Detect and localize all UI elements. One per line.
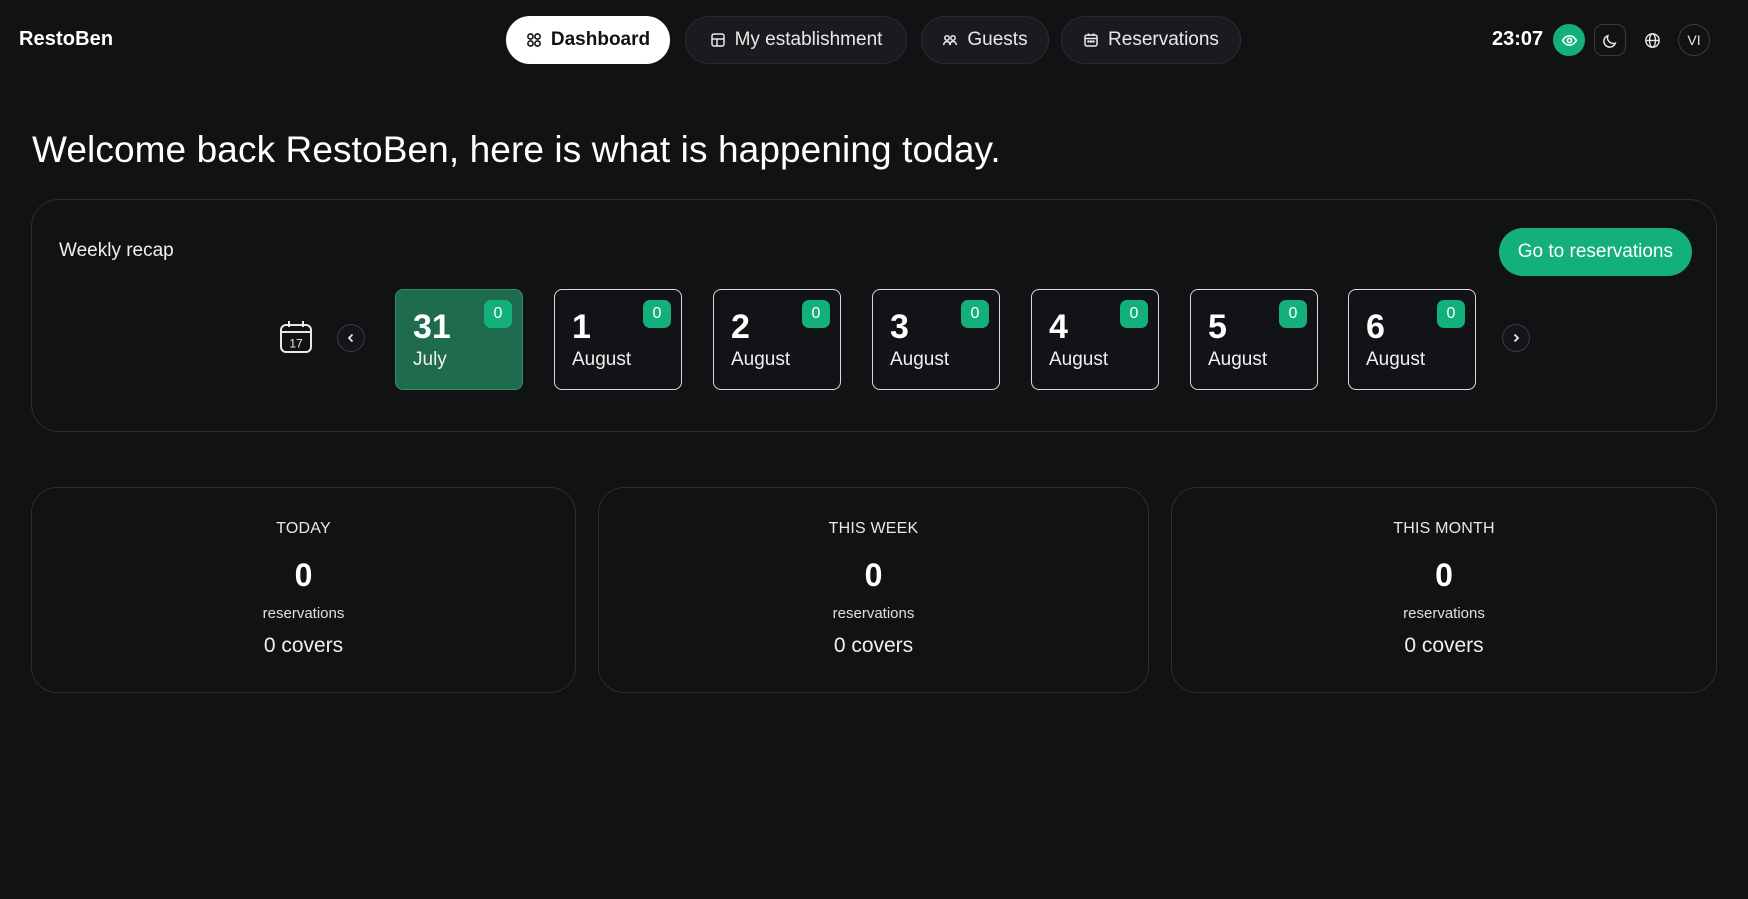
day-card[interactable]: 4 August 0 — [1031, 289, 1159, 390]
day-card[interactable]: 1 August 0 — [554, 289, 682, 390]
stat-reservation-count: 0 — [294, 557, 313, 593]
theme-toggle[interactable] — [1594, 24, 1626, 56]
reservation-count-badge: 0 — [1437, 300, 1465, 328]
day-month: August — [1366, 349, 1426, 370]
day-card[interactable]: 2 August 0 — [713, 289, 841, 390]
grid-icon — [526, 33, 541, 47]
reservation-count-badge: 0 — [1120, 300, 1148, 328]
day-month: August — [572, 349, 632, 370]
day-card[interactable]: 31 July 0 — [395, 289, 523, 390]
next-week-button[interactable] — [1502, 324, 1530, 352]
calendar-icon-day: 17 — [289, 337, 303, 351]
brand-logo[interactable]: RestoBen — [19, 28, 113, 51]
day-month: August — [1208, 349, 1268, 370]
stat-covers: 0 covers — [1404, 634, 1484, 657]
clock-time: 23:07 — [1492, 28, 1544, 50]
stat-card: THIS WEEK 0 reservations 0 covers — [598, 487, 1149, 693]
day-number: 2 — [731, 308, 750, 346]
day-card[interactable]: 3 August 0 — [872, 289, 1000, 390]
stat-unit-label: reservations — [262, 605, 345, 622]
top-bar: RestoBen Dashboard My establishment Gues… — [0, 0, 1748, 80]
page-title: Welcome back RestoBen, here is what is h… — [32, 129, 1001, 170]
stat-reservation-count: 0 — [864, 557, 883, 593]
day-number: 4 — [1049, 308, 1068, 346]
go-to-reservations-button[interactable]: Go to reservations — [1498, 228, 1692, 276]
reservation-count-badge: 0 — [802, 300, 830, 328]
day-month: August — [890, 349, 950, 370]
stat-card: THIS MONTH 0 reservations 0 covers — [1171, 487, 1717, 693]
chevron-left-icon — [347, 333, 354, 343]
stat-period-label: THIS WEEK — [828, 520, 919, 537]
chevron-right-icon — [1513, 333, 1520, 343]
calendar-picker-icon[interactable]: 17 — [278, 319, 314, 355]
day-month: August — [731, 349, 791, 370]
nav-my-establishment[interactable]: My establishment — [685, 16, 907, 64]
moon-icon — [1602, 34, 1616, 48]
day-number: 6 — [1366, 308, 1385, 346]
stat-covers: 0 covers — [833, 634, 914, 657]
day-card[interactable]: 5 August 0 — [1190, 289, 1318, 390]
nav-guests[interactable]: Guests — [921, 16, 1049, 64]
day-number: 31 — [413, 308, 451, 346]
day-number: 3 — [890, 308, 909, 346]
reservation-count-badge: 0 — [961, 300, 989, 328]
day-month: July — [413, 349, 447, 370]
previous-week-button[interactable] — [337, 324, 365, 352]
stat-unit-label: reservations — [832, 605, 915, 622]
nav-label: My establishment — [734, 29, 883, 50]
day-number: 5 — [1208, 308, 1227, 346]
stat-period-label: TODAY — [276, 520, 331, 537]
stat-card: TODAY 0 reservations 0 covers — [31, 487, 576, 693]
day-card[interactable]: 6 August 0 — [1348, 289, 1476, 390]
weekly-recap-title: Weekly recap — [59, 240, 174, 261]
reservation-count-badge: 0 — [484, 300, 512, 328]
day-month: August — [1049, 349, 1109, 370]
eye-icon — [1561, 34, 1577, 46]
visibility-toggle[interactable] — [1553, 24, 1585, 56]
stat-reservation-count: 0 — [1435, 557, 1453, 593]
stat-covers: 0 covers — [263, 634, 344, 657]
nav-label: Guests — [967, 29, 1028, 50]
globe-icon — [1644, 32, 1660, 48]
users-icon — [943, 35, 958, 46]
nav-dashboard[interactable]: Dashboard — [506, 16, 670, 64]
reservation-count-badge: 0 — [1279, 300, 1307, 328]
avatar[interactable]: VI — [1678, 24, 1710, 56]
stat-unit-label: reservations — [1403, 605, 1485, 622]
reservation-count-badge: 0 — [643, 300, 671, 328]
nav-label: Dashboard — [550, 29, 651, 50]
building-icon — [710, 33, 725, 47]
language-selector[interactable] — [1636, 24, 1668, 56]
calendar-icon — [1084, 33, 1098, 47]
weekly-recap-card: Weekly recap Go to reservations 17 31 Jul… — [31, 199, 1717, 432]
nav-label: Reservations — [1108, 29, 1219, 50]
nav-reservations[interactable]: Reservations — [1061, 16, 1241, 64]
stat-period-label: THIS MONTH — [1393, 520, 1495, 537]
day-number: 1 — [572, 308, 591, 346]
